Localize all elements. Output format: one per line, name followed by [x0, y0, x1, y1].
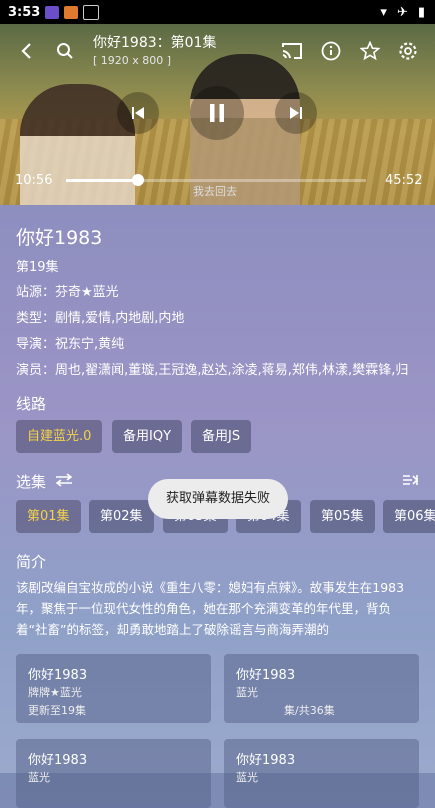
cast-icon[interactable] [277, 36, 307, 66]
seek-bar-fill [66, 179, 138, 182]
pause-icon[interactable] [190, 86, 244, 140]
synopsis-text: 该剧改编自宝妆成的小说《重生八零：媳妇有点辣》。故事发生在1983年，聚焦于一位… [16, 580, 405, 637]
episode-count: 第19集 [16, 260, 59, 275]
related-source: 牌牌★蓝光 [28, 686, 82, 699]
status-bar: 3:53 ▾ ✈ ▮ [0, 0, 435, 24]
star-icon[interactable] [355, 36, 385, 66]
sort-swap-icon[interactable] [49, 465, 79, 495]
related-title: 你好1983 [236, 668, 296, 683]
show-title: 你好1983 [16, 227, 103, 249]
cast-info: 演员：周也,翟潇闻,董璇,王冠逸,赵达,涂凌,蒋易,郑伟,林漾,樊霖锋,归 [16, 363, 409, 378]
related-title: 你好1983 [28, 668, 88, 683]
related-source: 蓝光 [28, 771, 50, 784]
episode-chip[interactable]: 第01集 [16, 500, 81, 533]
search-icon[interactable] [50, 36, 80, 66]
toast-message: 获取弹幕数据失败 [148, 479, 288, 519]
related-card[interactable]: 你好1983 蓝光 [224, 739, 419, 808]
related-title: 你好1983 [28, 753, 88, 768]
route-chip[interactable]: 自建蓝光.0 [16, 420, 103, 453]
routes-label: 线路 [16, 395, 47, 413]
wifi-icon: ▾ [380, 4, 387, 20]
route-chip[interactable]: 备用JS [191, 420, 252, 453]
info-icon[interactable] [316, 36, 346, 66]
related-card[interactable]: 你好1983 牌牌★蓝光 更新至19集 [16, 654, 211, 723]
synopsis-label: 简介 [16, 553, 47, 571]
airplane-icon: ✈ [396, 4, 408, 20]
related-card[interactable]: 你好1983 蓝光 [16, 739, 211, 808]
next-icon[interactable] [275, 92, 317, 134]
app-notification-icon [64, 5, 79, 19]
related-update: 集/共36集 [284, 704, 335, 717]
gear-icon[interactable] [393, 36, 423, 66]
director-info: 导演：祝东宁,黄纯 [16, 337, 125, 352]
previous-icon[interactable] [117, 92, 159, 134]
genre-info: 类型：剧情,爱情,内地剧,内地 [16, 311, 185, 326]
battery-icon: ▮ [417, 4, 425, 20]
seek-thumb[interactable] [132, 174, 144, 186]
seek-bar[interactable] [66, 174, 366, 186]
expand-list-icon[interactable] [397, 465, 427, 495]
app-notification-icon [45, 5, 60, 19]
player-top-bar [0, 24, 435, 80]
route-chip[interactable]: 备用IQY [112, 420, 183, 453]
video-subtitle: 我去回去 [193, 185, 237, 198]
current-time: 10:56 [15, 173, 53, 188]
related-title: 你好1983 [236, 753, 296, 768]
related-source: 蓝光 [236, 771, 258, 784]
episode-chip[interactable]: 第02集 [89, 500, 154, 533]
related-source: 蓝光 [236, 686, 258, 699]
status-time: 3:53 [8, 4, 41, 20]
total-time: 45:52 [385, 173, 423, 188]
cube-icon [83, 4, 100, 20]
back-icon[interactable] [12, 36, 42, 66]
source-info: 站源：芬奇★蓝光 [16, 285, 119, 300]
related-update: 更新至19集 [28, 704, 86, 717]
episode-chip[interactable]: 第05集 [310, 500, 375, 533]
episodes-label: 选集 [16, 473, 47, 491]
episode-chip[interactable]: 第06集 [383, 500, 435, 533]
related-card[interactable]: 你好1983 蓝光 集/共36集 [224, 654, 419, 723]
